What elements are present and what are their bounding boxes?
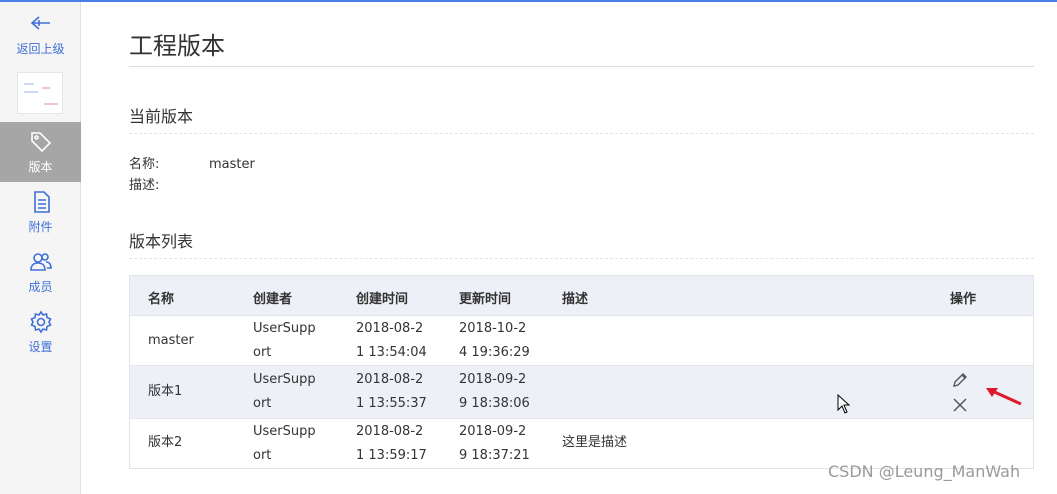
sidebar-item-versions[interactable]: 版本 [0,122,81,182]
row-name: 版本2 [148,435,183,450]
current-version-desc: 描述: [129,174,209,193]
document-icon [33,191,50,213]
sidebar-item-label: 版本 [28,160,53,174]
sidebar-item-members[interactable]: 成员 [0,250,81,310]
edit-icon[interactable] [951,371,969,389]
table-header: 名称 创建者 创建时间 更新时间 描述 操作 [130,276,1033,316]
sidebar-item-settings[interactable]: 设置 [0,310,81,370]
row-updated: 2018-09-2 9 18:37:21 [459,424,530,463]
row-creator: UserSupp ort [253,321,316,360]
row-name: master [148,333,194,348]
column-header-actions: 操作 [950,292,977,307]
mouse-cursor-icon [837,394,851,414]
column-header-description: 描述 [562,292,589,307]
page-title: 工程版本 [129,32,225,60]
main-content: 工程版本 当前版本 名称: master 描述: 版本列表 名称 创建者 创建时间… [129,0,1034,494]
column-header-updated: 更新时间 [459,292,512,307]
column-header-name: 名称 [148,292,175,307]
table-row[interactable]: master UserSupp ort 2018-08-2 1 13:54:04 2… [130,316,1033,366]
version-table: 名称 创建者 创建时间 更新时间 描述 操作 master UserSupp or… [129,275,1034,469]
name-label: 名称: [129,157,160,172]
title-divider [129,66,1034,67]
row-updated: 2018-10-2 4 19:36:29 [459,321,530,360]
current-version-title: 当前版本 [129,107,194,126]
annotation-arrow-icon [986,388,1022,406]
tag-icon [30,132,51,153]
back-button[interactable]: 返回上级 [0,12,81,72]
delete-icon[interactable] [951,396,969,414]
row-created: 2018-08-2 1 13:54:04 [356,321,427,360]
section-divider [129,133,1034,134]
gear-icon [29,310,52,334]
row-created: 2018-08-2 1 13:59:17 [356,424,427,463]
row-updated: 2018-09-2 9 18:38:06 [459,372,530,411]
table-row[interactable]: 版本1 UserSupp ort 2018-08-2 1 13:55:37 2018… [130,366,1033,419]
sidebar-item-label: 附件 [28,220,53,234]
desc-label: 描述: [129,178,160,193]
watermark: CSDN @Leung_ManWah [828,462,1021,481]
current-version-name: 名称: master [129,153,255,172]
row-description: 这里是描述 [562,435,628,450]
version-list-title: 版本列表 [129,232,194,251]
back-label: 返回上级 [16,42,65,56]
column-header-created: 创建时间 [356,292,409,307]
row-creator: UserSupp ort [253,424,316,463]
row-creator: UserSupp ort [253,372,316,411]
users-icon [29,253,52,271]
sidebar-item-label: 设置 [28,340,53,354]
name-value: master [209,157,255,172]
sidebar-item-label: 成员 [28,280,53,294]
sidebar-item-attachments[interactable]: 附件 [0,190,81,250]
sidebar: 返回上级 版本 附件 成员 设置 [0,2,81,494]
back-arrow-icon [30,16,50,30]
row-name: 版本1 [148,384,183,399]
column-header-creator: 创建者 [253,292,293,307]
section-divider [129,258,1034,259]
project-thumbnail[interactable] [17,72,63,114]
row-created: 2018-08-2 1 13:55:37 [356,372,427,411]
